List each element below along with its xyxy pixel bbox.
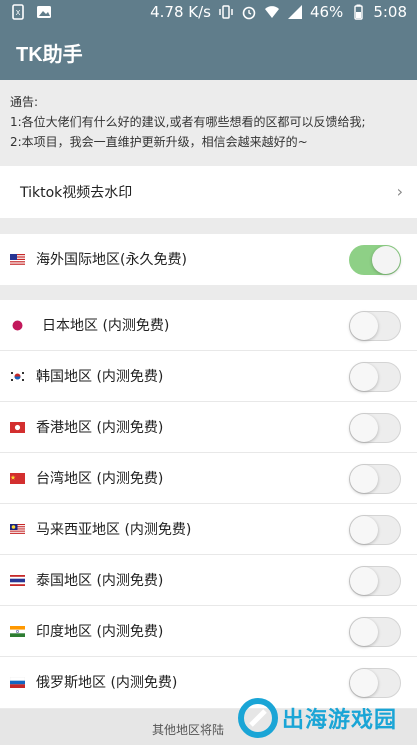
region-row-international[interactable]: 海外国际地区(永久免费) <box>0 234 417 285</box>
notice-line-1: 1:各位大佬们有什么好的建议,或者有哪些想看的区都可以反馈给我; <box>10 115 366 129</box>
watermark-text: 出海游戏园 <box>282 708 398 733</box>
region-label: 海外国际地区(永久免费) <box>36 252 187 268</box>
notice-panel: 通告: 1:各位大佬们有什么好的建议,或者有哪些想看的区都可以反馈给我; 2:本… <box>0 80 417 166</box>
notice-heading: 通告: <box>10 95 39 109</box>
region-toggle[interactable] <box>349 362 401 392</box>
region-row-malaysia[interactable]: 马来西亚地区 (内测免费) <box>0 504 417 555</box>
network-speed: 4.78 K/s <box>150 3 211 21</box>
battery-icon <box>354 4 364 20</box>
region-label: 香港地区 (内测免费) <box>36 420 164 436</box>
region-toggle[interactable] <box>349 566 401 596</box>
app-title: TK助手 <box>16 44 83 66</box>
region-label: 俄罗斯地区 (内测免费) <box>36 675 178 691</box>
region-label: 泰国地区 (内测免费) <box>36 573 164 589</box>
my-flag-icon <box>10 524 25 535</box>
region-row-thailand[interactable]: 泰国地区 (内测免费) <box>0 555 417 606</box>
region-label: 韩国地区 (内测免费) <box>36 369 164 385</box>
vibrate-icon <box>219 5 233 19</box>
region-toggle[interactable] <box>349 311 401 341</box>
hk-flag-icon <box>10 422 25 433</box>
th-flag-icon <box>10 575 25 586</box>
svg-text:X: X <box>16 9 21 17</box>
region-toggle[interactable] <box>349 617 401 647</box>
region-toggle[interactable] <box>349 464 401 494</box>
image-icon <box>37 6 51 18</box>
kr-flag-icon <box>10 371 25 382</box>
battery-level: 46% <box>309 3 344 21</box>
region-toggle[interactable] <box>349 668 401 698</box>
notice-line-2: 2:本项目，我会一直维护更新升级，相信会越来越好的~ <box>10 135 308 149</box>
signal-icon <box>287 5 302 19</box>
region-row-japan[interactable]: 日本地区 (内测免费) <box>0 300 417 351</box>
tw-flag-icon <box>10 473 25 484</box>
region-label: 日本地区 (内测免费) <box>42 318 170 334</box>
footer-text: 其他地区将陆 <box>152 723 225 737</box>
us-flag-icon <box>10 254 25 265</box>
clock: 5:08 <box>373 3 407 21</box>
alarm-icon <box>242 6 256 20</box>
app-bar: TK助手 <box>0 26 417 80</box>
jp-flag-icon <box>10 320 25 331</box>
chevron-right-icon: › <box>396 182 403 201</box>
region-label: 台湾地区 (内测免费) <box>36 471 164 487</box>
tiktok-watermark-label: Tiktok视频去水印 <box>20 185 133 201</box>
region-label: 印度地区 (内测免费) <box>36 624 164 640</box>
status-bar: X 4.78 K/s 46% 5:08 <box>0 0 417 26</box>
region-label: 马来西亚地区 (内测免费) <box>36 522 192 538</box>
region-row-india[interactable]: 印度地区 (内测免费) <box>0 606 417 657</box>
region-toggle[interactable] <box>349 515 401 545</box>
sim-icon: X <box>12 4 24 20</box>
in-flag-icon <box>10 626 25 637</box>
region-row-hongkong[interactable]: 香港地区 (内测免费) <box>0 402 417 453</box>
region-row-korea[interactable]: 韩国地区 (内测免费) <box>0 351 417 402</box>
region-toggle[interactable] <box>349 413 401 443</box>
ru-flag-icon <box>10 677 25 688</box>
watermark-logo-icon <box>238 698 278 738</box>
region-row-taiwan[interactable]: 台湾地区 (内测免费) <box>0 453 417 504</box>
wifi-icon <box>264 6 279 18</box>
region-toggle[interactable] <box>349 245 401 275</box>
site-watermark: 出海游戏园 <box>238 698 397 738</box>
tiktok-watermark-row[interactable]: Tiktok视频去水印 › <box>0 166 417 218</box>
